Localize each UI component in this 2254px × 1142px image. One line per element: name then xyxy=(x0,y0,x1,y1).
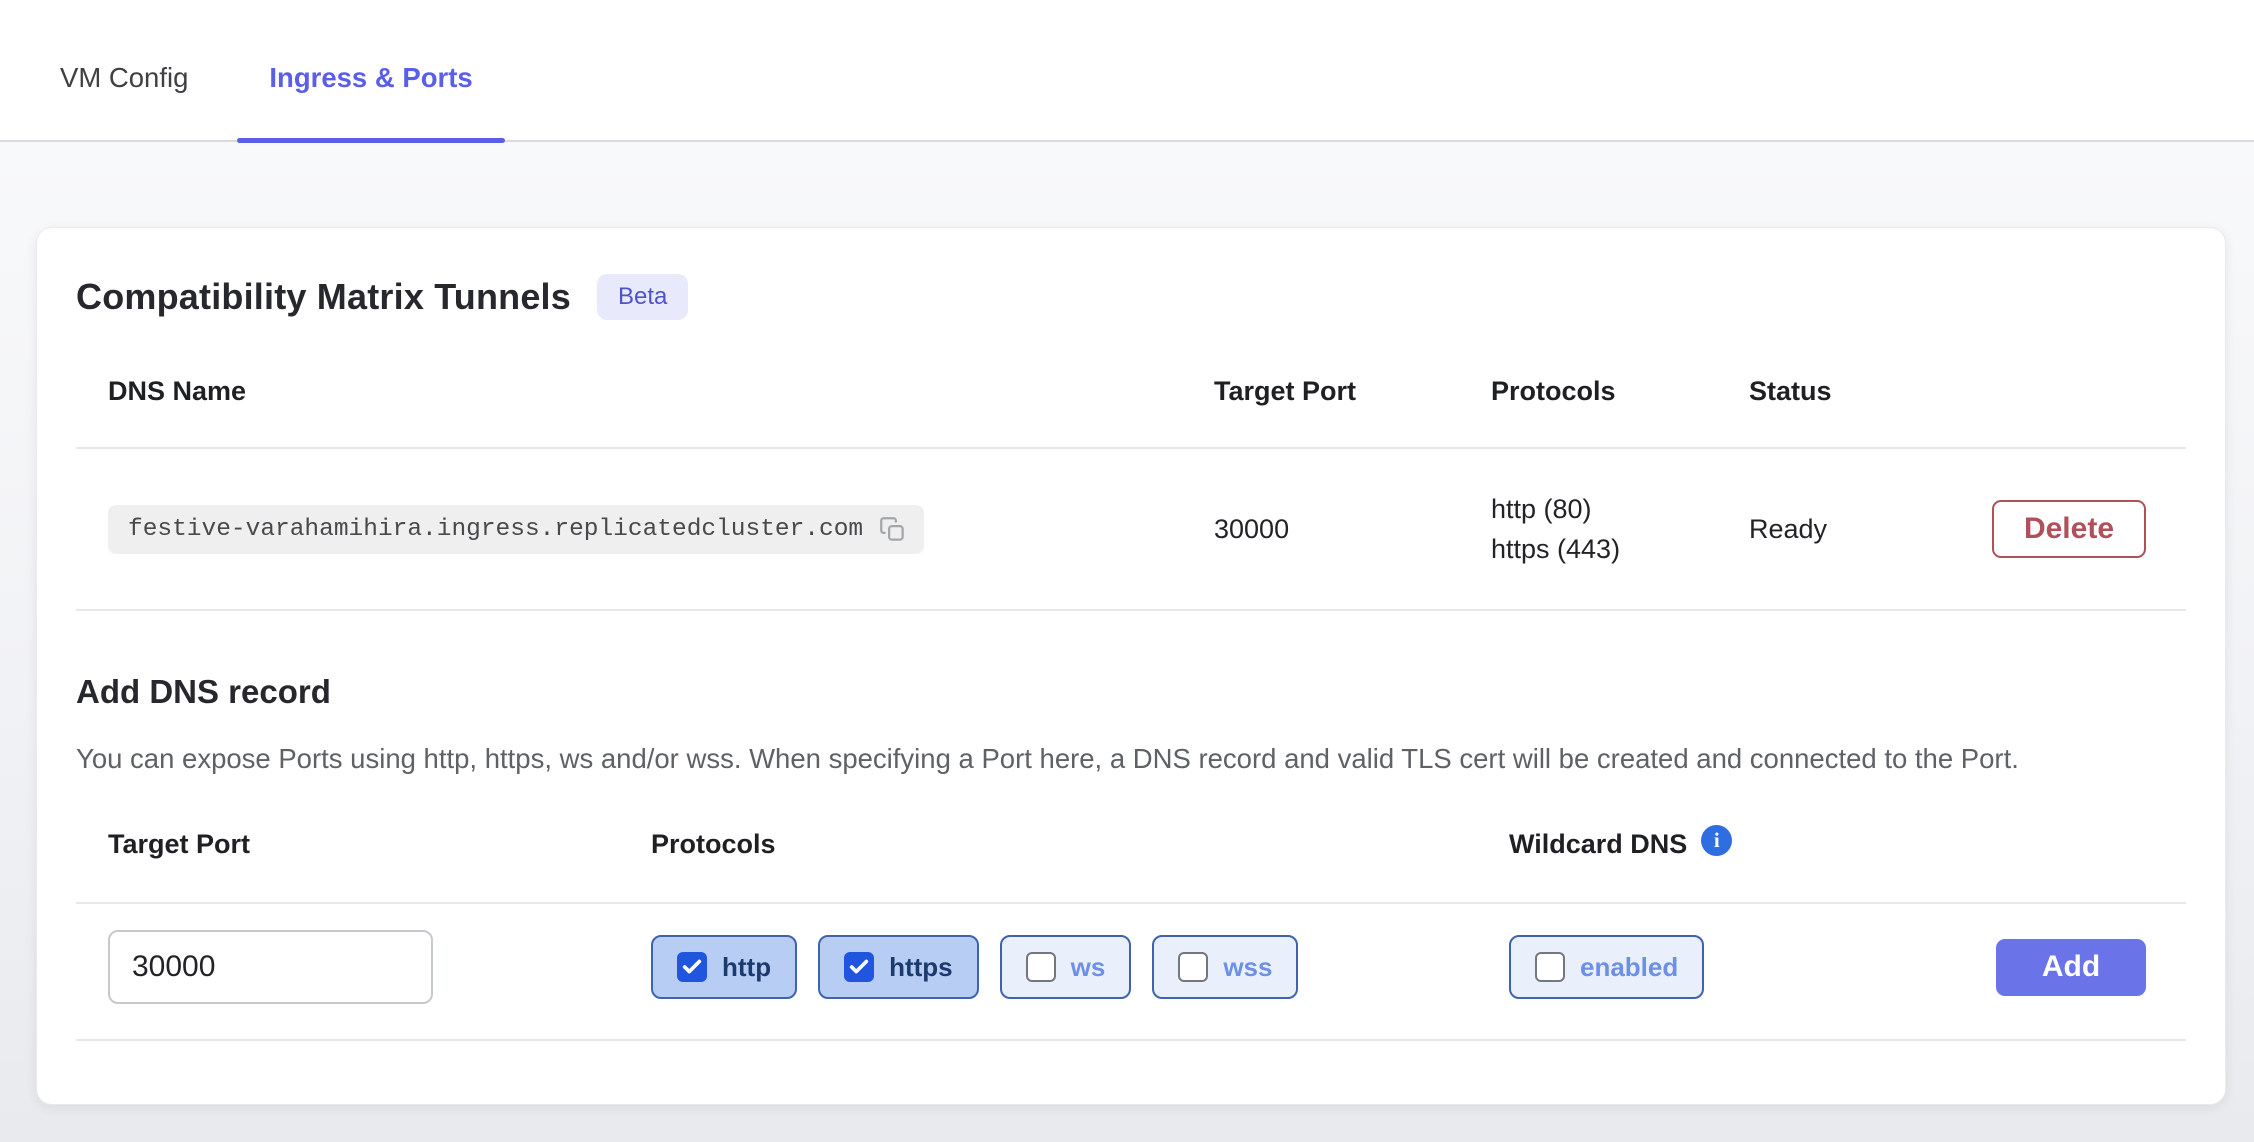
tab-ingress-ports[interactable]: Ingress & Ports xyxy=(237,62,504,140)
col-header-target-port: Target Port xyxy=(1214,376,1491,407)
form-actions-cell: Add xyxy=(1996,939,2186,996)
protocol-chip-https-label: https xyxy=(889,952,953,983)
wildcard-cell: enabled xyxy=(1509,935,1996,999)
col-header-protocols: Protocols xyxy=(1491,376,1749,407)
table-row-divider xyxy=(76,609,2186,611)
wildcard-dns-label-text: Wildcard DNS xyxy=(1509,829,1687,860)
col-header-status: Status xyxy=(1749,376,2186,407)
protocol-line-http: http (80) xyxy=(1491,489,1749,529)
target-port-input[interactable] xyxy=(108,930,433,1004)
protocol-chip-http-label: http xyxy=(722,952,771,983)
protocol-chips: http https ws xyxy=(651,935,1509,999)
row-actions-cell: Delete xyxy=(1992,500,2186,558)
add-button[interactable]: Add xyxy=(1996,939,2146,996)
protocol-line-https: https (443) xyxy=(1491,529,1749,569)
https-checkbox[interactable] xyxy=(844,952,874,982)
add-dns-record-description: You can expose Ports using http, https, … xyxy=(76,739,2166,779)
protocol-chip-http[interactable]: http xyxy=(651,935,797,999)
tab-bar: VM Config Ingress & Ports xyxy=(0,0,2254,142)
table-row: festive-varahamihira.ingress.replicatedc… xyxy=(76,449,2186,609)
label-target-port: Target Port xyxy=(76,829,651,860)
tab-ingress-ports-label: Ingress & Ports xyxy=(269,62,472,93)
info-icon[interactable]: i xyxy=(1701,825,1732,856)
form-labels-row: Target Port Protocols Wildcard DNS i xyxy=(76,829,2186,902)
beta-badge: Beta xyxy=(597,274,688,320)
tunnels-table: DNS Name Target Port Protocols Status fe… xyxy=(76,376,2186,611)
copy-icon[interactable] xyxy=(879,516,906,543)
add-dns-record-title: Add DNS record xyxy=(76,673,2186,711)
protocol-chip-ws-label: ws xyxy=(1071,952,1106,983)
dns-name-cell: festive-varahamihira.ingress.replicatedc… xyxy=(76,505,1214,554)
card-title: Compatibility Matrix Tunnels xyxy=(76,276,571,318)
ws-checkbox[interactable] xyxy=(1026,952,1056,982)
wildcard-enabled-checkbox[interactable] xyxy=(1535,952,1565,982)
tunnels-card: Compatibility Matrix Tunnels Beta DNS Na… xyxy=(36,227,2226,1105)
dns-name-pill: festive-varahamihira.ingress.replicatedc… xyxy=(108,505,924,554)
table-header-row: DNS Name Target Port Protocols Status xyxy=(76,376,2186,447)
wildcard-enabled-label: enabled xyxy=(1580,952,1678,983)
delete-button[interactable]: Delete xyxy=(1992,500,2146,558)
dns-name-value: festive-varahamihira.ingress.replicatedc… xyxy=(128,516,863,543)
protocol-chip-wss[interactable]: wss xyxy=(1152,935,1298,999)
form-bottom-divider xyxy=(76,1039,2186,1041)
wss-checkbox[interactable] xyxy=(1178,952,1208,982)
protocol-chip-ws[interactable]: ws xyxy=(1000,935,1132,999)
add-dns-form-row: http https ws xyxy=(76,904,2186,1039)
label-wildcard-dns: Wildcard DNS i xyxy=(1509,829,2186,860)
wildcard-enabled-chip[interactable]: enabled xyxy=(1509,935,1704,999)
protocols-cell: http (80) https (443) xyxy=(1491,489,1749,569)
status-cell: Ready xyxy=(1749,514,1992,545)
tab-vm-config-label: VM Config xyxy=(60,62,188,93)
label-protocols: Protocols xyxy=(651,829,1509,860)
target-port-input-cell xyxy=(76,930,651,1004)
tab-vm-config[interactable]: VM Config xyxy=(28,62,220,140)
col-header-dns-name: DNS Name xyxy=(76,376,1214,407)
protocol-chip-https[interactable]: https xyxy=(818,935,979,999)
card-title-row: Compatibility Matrix Tunnels Beta xyxy=(76,274,2186,320)
page-content: Compatibility Matrix Tunnels Beta DNS Na… xyxy=(0,142,2254,1142)
http-checkbox[interactable] xyxy=(677,952,707,982)
protocol-chip-wss-label: wss xyxy=(1223,952,1272,983)
target-port-cell: 30000 xyxy=(1214,514,1491,545)
